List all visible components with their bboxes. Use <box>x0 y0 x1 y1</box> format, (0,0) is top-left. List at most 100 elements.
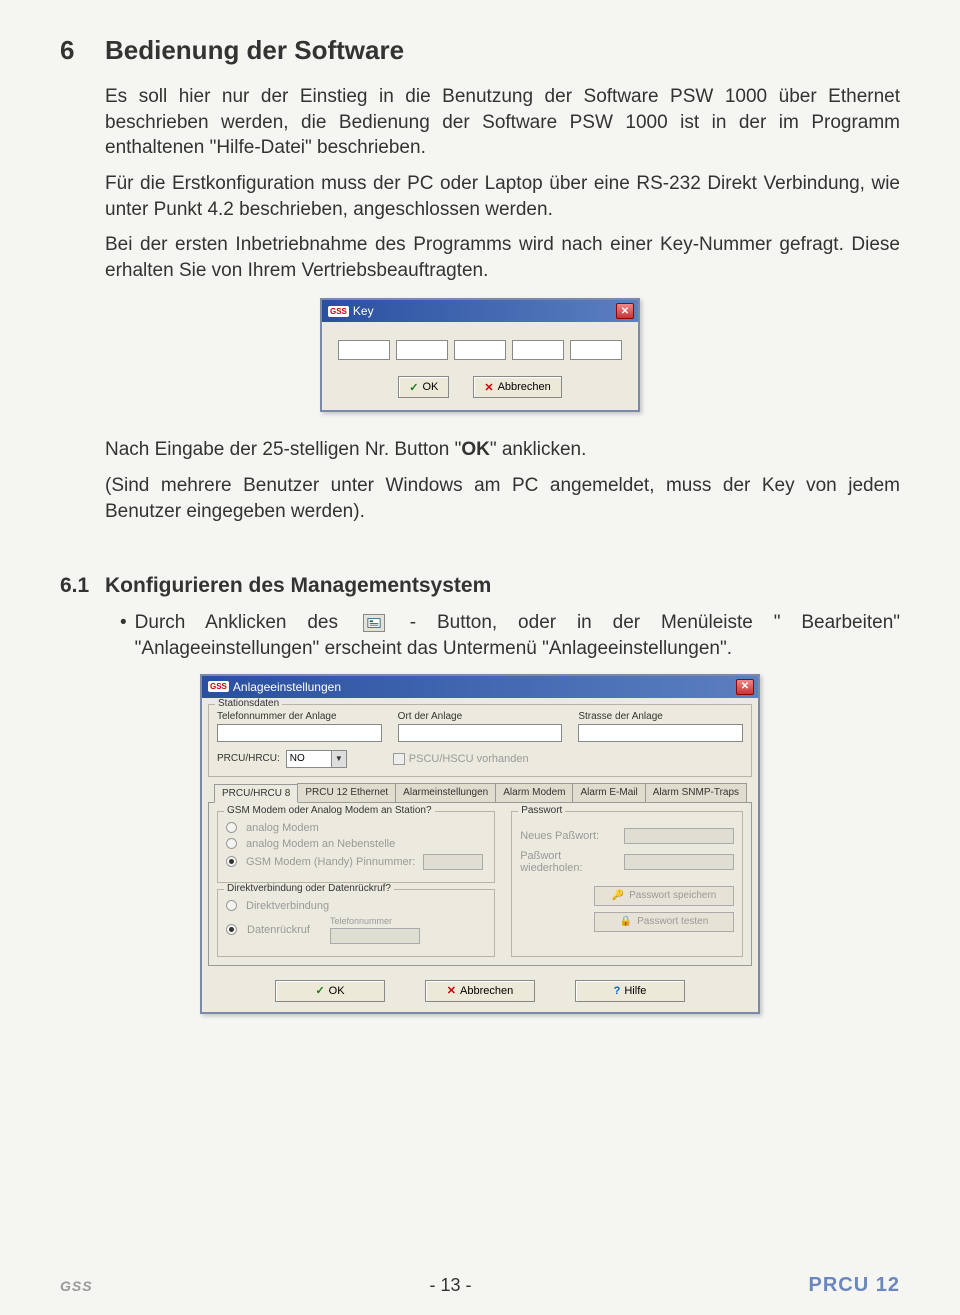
direkt-fieldset: Direktverbindung oder Datenrückruf? Dire… <box>217 889 495 957</box>
key-cancel-button[interactable]: ✕ Abbrechen <box>473 376 561 398</box>
para4-b: " anklicken. <box>490 439 587 460</box>
tel-input[interactable] <box>217 724 382 742</box>
tab-alarm-snmp[interactable]: Alarm SNMP-Traps <box>645 783 747 802</box>
pw-new-input <box>624 828 734 844</box>
question-icon: ? <box>614 985 621 997</box>
paragraph-4: Nach Eingabe der 25-stelligen Nr. Button… <box>105 437 900 463</box>
radio-datenrueckruf <box>226 924 237 935</box>
bullet-item: • Durch Anklicken des - Button, oder in … <box>120 610 900 661</box>
chapter-number: 6 <box>60 35 105 66</box>
tab-alarmeinst[interactable]: Alarmeinstellungen <box>395 783 496 802</box>
modem-legend: GSM Modem oder Analog Modem an Station? <box>224 805 435 816</box>
key-input-3[interactable] <box>454 340 506 360</box>
anlage-dialog: GSS Anlageeinstellungen ✕ Stationsdaten … <box>200 674 760 1014</box>
tel-label: Telefonnummer der Anlage <box>217 711 382 722</box>
check-icon: ✓ <box>315 984 324 997</box>
page-footer: GSS - 13 - PRCU 12 <box>60 1274 900 1297</box>
tab-body: GSM Modem oder Analog Modem an Station? … <box>208 803 752 966</box>
pw-repeat-label: Paßwort wiederholen: <box>520 850 624 874</box>
x-icon: ✕ <box>447 984 456 997</box>
close-icon[interactable]: ✕ <box>616 303 634 319</box>
prcu-combo[interactable]: ▼ <box>286 750 347 768</box>
pw-save-button: 🔑Passwort speichern <box>594 886 734 906</box>
tab-alarm-modem[interactable]: Alarm Modem <box>495 783 573 802</box>
ort-label: Ort der Anlage <box>398 711 563 722</box>
key-input-5[interactable] <box>570 340 622 360</box>
gss-badge-icon: GSS <box>328 306 349 317</box>
footer-logo: GSS <box>60 1278 93 1294</box>
chapter-title: Bedienung der Software <box>105 35 404 65</box>
settings-toolbar-icon <box>363 614 385 632</box>
pw-new-label: Neues Paßwort: <box>520 830 599 842</box>
section-heading: 6.1Konfigurieren des Managementsystem <box>60 574 900 598</box>
modem-fieldset: GSM Modem oder Analog Modem an Station? … <box>217 811 495 883</box>
pw-legend: Passwort <box>518 805 565 816</box>
key-ok-button[interactable]: ✓ OK <box>398 376 449 398</box>
key-input-row <box>334 340 626 360</box>
pw-repeat-input <box>624 854 734 870</box>
radio-gsm <box>226 856 237 867</box>
gss-badge-icon: GSS <box>208 681 229 692</box>
tab-prcu12[interactable]: PRCU 12 Ethernet <box>297 783 396 802</box>
pscu-label: PSCU/HSCU vorhanden <box>409 753 529 765</box>
key-cancel-label: Abbrechen <box>498 381 551 393</box>
modem-opt1: analog Modem <box>246 822 319 834</box>
prcu-value[interactable] <box>286 750 332 768</box>
tab-row: PRCU/HRCU 8 PRCU 12 Ethernet Alarmeinste… <box>208 783 752 803</box>
footer-doc-id: PRCU 12 <box>809 1274 900 1297</box>
key-dialog-titlebar: GSS Key ✕ <box>322 300 638 322</box>
prcu-label: PRCU/HRCU: <box>217 753 280 764</box>
bullet-dot: • <box>120 610 127 661</box>
section-number: 6.1 <box>60 574 105 598</box>
para4-a: Nach Eingabe der 25-stelligen Nr. Button… <box>105 439 461 460</box>
footer-page-number: - 13 - <box>430 1275 472 1296</box>
pscu-checkbox <box>393 753 405 765</box>
key-dialog-title: Key <box>353 304 374 318</box>
tab-alarm-email[interactable]: Alarm E-Mail <box>572 783 645 802</box>
anlage-ok-label: OK <box>329 985 345 997</box>
ort-input[interactable] <box>398 724 563 742</box>
key-ok-label: OK <box>422 381 438 393</box>
pin-input <box>423 854 483 870</box>
radio-direkt <box>226 900 237 911</box>
paragraph-3: Bei der ersten Inbetriebnahme des Progra… <box>105 232 900 283</box>
paragraph-2: Für die Erstkonfiguration muss der PC od… <box>105 171 900 222</box>
chapter-heading: 6Bedienung der Software <box>60 35 900 66</box>
x-icon: ✕ <box>484 381 493 394</box>
check-icon: ✓ <box>409 381 418 394</box>
key-input-1[interactable] <box>338 340 390 360</box>
anlage-ok-button[interactable]: ✓ OK <box>275 980 385 1002</box>
tel-col-label: Telefonnummer <box>330 916 420 926</box>
key-input-4[interactable] <box>512 340 564 360</box>
station-fieldset: Stationsdaten Telefonnummer der Anlage O… <box>208 704 752 777</box>
station-legend: Stationsdaten <box>215 698 282 709</box>
strasse-input[interactable] <box>578 724 743 742</box>
anlage-titlebar: GSS Anlageeinstellungen ✕ <box>202 676 758 698</box>
lock-icon: 🔒 <box>620 916 632 927</box>
section-title: Konfigurieren des Managementsystem <box>105 574 491 597</box>
anlage-help-button[interactable]: ?Hilfe <box>575 980 685 1002</box>
bullet-text-a: Durch Anklicken des <box>135 612 359 633</box>
close-icon[interactable]: ✕ <box>736 679 754 695</box>
pw-test-button: 🔒Passwort testen <box>594 912 734 932</box>
direkt-opt2: Datenrückruf <box>247 924 310 936</box>
key-input-2[interactable] <box>396 340 448 360</box>
anlage-cancel-label: Abbrechen <box>460 985 513 997</box>
tab-prcu8[interactable]: PRCU/HRCU 8 <box>214 784 298 803</box>
rueckruf-tel-input <box>330 928 420 944</box>
key-icon: 🔑 <box>612 890 624 901</box>
paragraph-5: (Sind mehrere Benutzer unter Windows am … <box>105 473 900 524</box>
strasse-label: Strasse der Anlage <box>578 711 743 722</box>
anlage-help-label: Hilfe <box>624 985 646 997</box>
anlage-cancel-button[interactable]: ✕ Abbrechen <box>425 980 535 1002</box>
radio-analog-neben <box>226 838 237 849</box>
direkt-legend: Direktverbindung oder Datenrückruf? <box>224 883 394 894</box>
direkt-opt1: Direktverbindung <box>246 900 329 912</box>
anlage-title: Anlageeinstellungen <box>233 680 341 694</box>
para4-bold: OK <box>461 439 490 460</box>
paragraph-1: Es soll hier nur der Einstieg in die Ben… <box>105 84 900 161</box>
chevron-down-icon[interactable]: ▼ <box>332 750 347 768</box>
modem-opt2: analog Modem an Nebenstelle <box>246 838 395 850</box>
key-dialog: GSS Key ✕ ✓ OK ✕ Abbrechen <box>320 298 640 412</box>
passwort-fieldset: Passwort Neues Paßwort: Paßwort wiederho… <box>511 811 743 957</box>
